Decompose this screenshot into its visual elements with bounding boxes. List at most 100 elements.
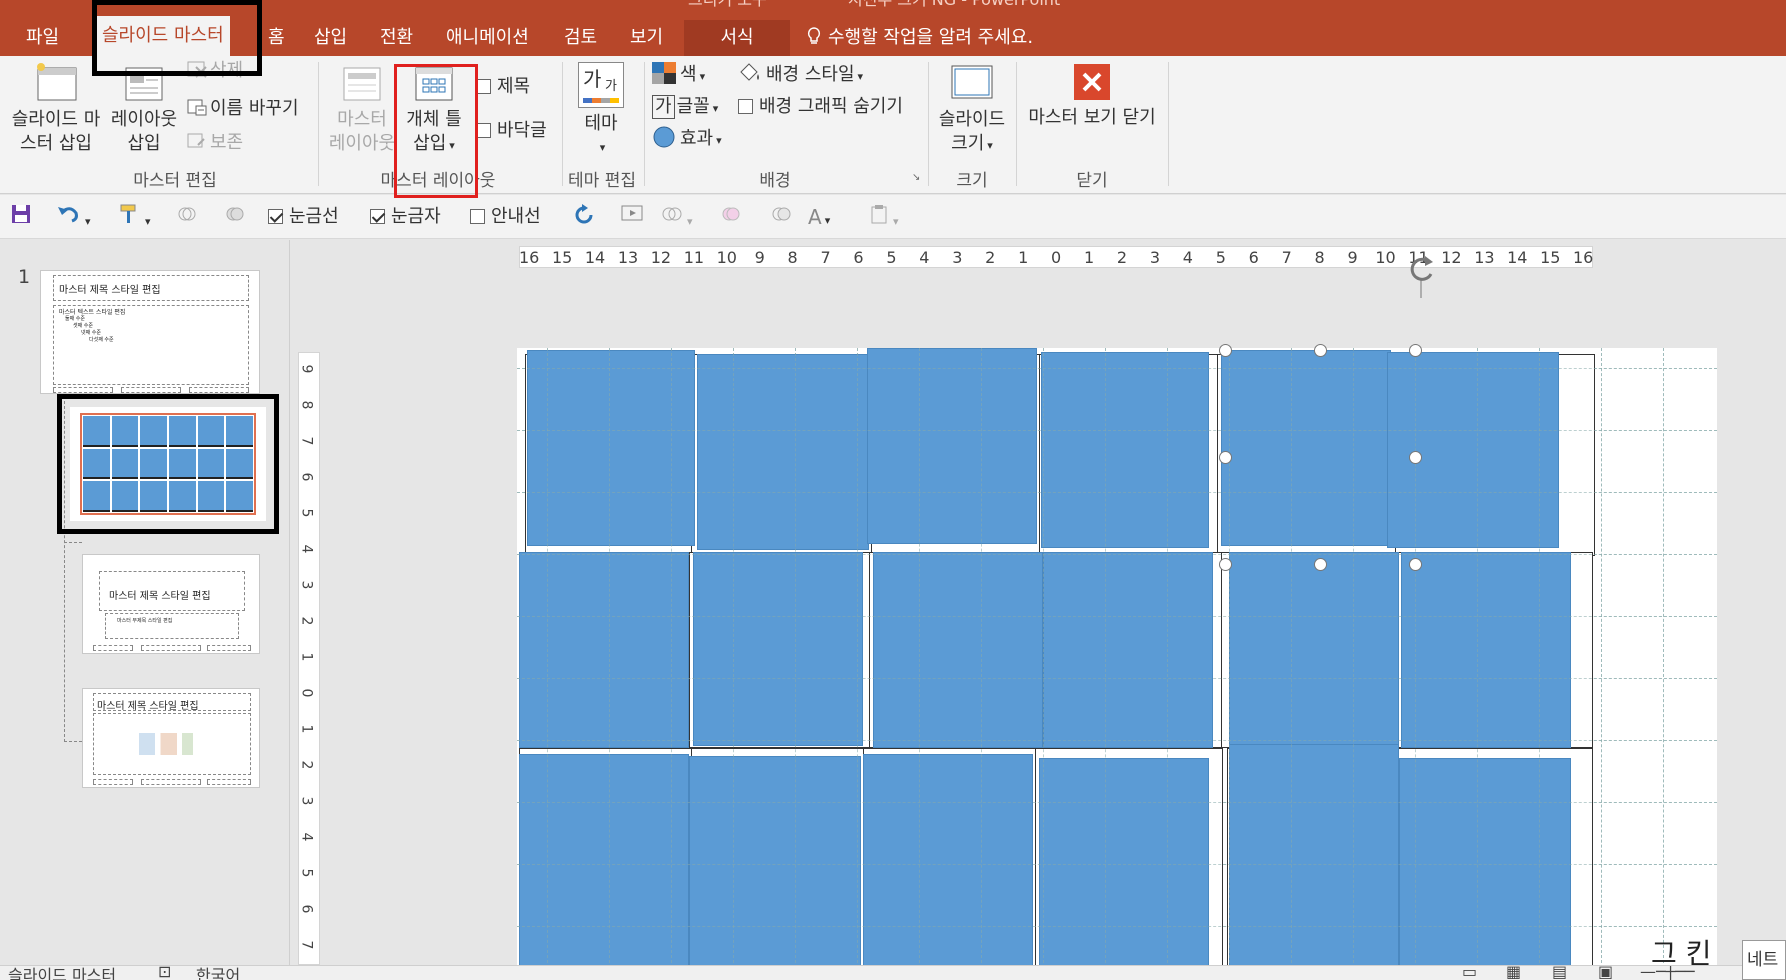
insert-slide-master-button[interactable]: 슬라이드 마 스터 삽입 [4,62,108,156]
resize-handle[interactable] [1314,558,1327,571]
shape-union-icon[interactable] [224,203,246,231]
blue-rectangle-shape[interactable] [1043,552,1213,748]
spellcheck-icon[interactable]: ⊡ [158,966,171,980]
blue-rectangle-shape[interactable] [527,350,695,546]
background-styles-button[interactable]: 배경 스타일 ▾ [738,62,863,88]
tab-home[interactable]: 홈 [262,20,291,56]
tab-transitions[interactable]: 전환 [374,20,419,56]
blue-rectangle-shape[interactable] [1229,744,1399,965]
slide-thumbnail-pane[interactable]: 1 마스터 제목 스타일 편집 마스터 텍스트 스타일 편집 둘째 수준 셋째 … [0,240,290,965]
paste-special-button[interactable]: ▾ [868,203,899,231]
blue-rectangle-shape[interactable] [867,348,1037,544]
guides-checkbox-box[interactable] [470,209,485,224]
guides-checkbox[interactable]: 안내선 [470,203,541,231]
gridlines-checkbox[interactable]: 눈금선 [268,203,339,231]
gridlines-checkbox-box[interactable] [268,209,283,224]
blue-rectangle-shape[interactable] [1399,758,1571,965]
title-checkbox[interactable]: 제목 [476,74,530,100]
blue-rectangle-shape[interactable] [689,756,861,965]
blue-rectangle-shape[interactable] [863,754,1033,965]
hide-background-graphics-box[interactable] [738,99,753,114]
tell-me-box[interactable]: 수행할 작업을 알려 주세요. [806,20,1033,56]
preserve-button[interactable]: 보존 [186,130,243,156]
tab-view[interactable]: 보기 [624,20,669,56]
shape-combine-icon[interactable] [720,203,742,231]
thumb-tile [83,416,110,447]
reading-view-icon[interactable]: ▤ [1552,966,1567,980]
chevron-down-icon: ▾ [987,139,993,152]
guides-label: 안내선 [491,206,541,227]
status-language[interactable]: 한국어 [196,966,240,980]
title-checkbox-box[interactable] [476,79,491,94]
resize-handle[interactable] [1409,451,1422,464]
tab-animations[interactable]: 애니메이션 [440,20,535,56]
fonts-button[interactable]: 가 글꼴 ▾ [652,94,718,120]
blue-rectangle-shape[interactable] [873,552,1043,748]
resize-handle[interactable] [1219,558,1232,571]
resize-handle[interactable] [1409,558,1422,571]
theme-button[interactable]: 가 가 테마 ▾ [568,62,634,160]
slideshow-view-icon[interactable]: ▣ [1598,966,1613,980]
tab-file[interactable]: 파일 [20,20,65,56]
thumbnail-layout-title[interactable]: 마스터 제목 스타일 편집 마스터 부제목 스타일 편집 [82,554,260,654]
tab-review[interactable]: 검토 [558,20,603,56]
shape-intersect-button[interactable]: ▾ [660,203,693,231]
vertical-ruler[interactable]: 9 8 7 6 5 4 3 2 1 0 1 2 3 4 5 6 7 [298,352,320,965]
colors-button[interactable]: 색 ▾ [652,62,705,88]
rename-button[interactable]: 이름 바꾸기 [186,96,299,122]
shape-merge-icon[interactable] [176,203,198,231]
normal-view-icon[interactable]: ▭ [1462,966,1477,980]
thumbnail-layout-content[interactable]: 마스터 제목 스타일 편집 [82,688,260,788]
ruler-tick-label: 6 [298,472,315,482]
tab-insert[interactable]: 삽입 [308,20,353,56]
blue-rectangle-shape[interactable] [1221,350,1391,546]
footer-checkbox-box[interactable] [476,123,491,138]
tab-format[interactable]: 서식 [684,20,790,56]
ruler-tick-label: 2 [985,248,996,267]
ruler-checkbox-box[interactable] [370,209,385,224]
slide-editor[interactable]: 16 15 14 13 12 11 10 9 8 7 6 5 4 3 2 1 0 1 2 3 4 5 6 7 8 9 10 11 12 1… [291,240,1786,965]
blue-rectangle-shape[interactable] [1039,758,1209,965]
blue-rectangle-shape[interactable] [519,754,689,965]
effects-button[interactable]: 효과 ▾ [652,126,722,152]
dialog-launcher-icon[interactable]: ↘ [912,172,920,183]
slide-size-button[interactable]: 슬라이드 크기 ▾ [934,62,1010,158]
master-layout-button[interactable]: 마스터 레이아웃 [322,62,402,156]
blue-rectangle-shape[interactable] [1041,352,1209,548]
hide-background-graphics-checkbox[interactable]: 배경 그래픽 숨기기 [738,94,903,120]
slide-sorter-icon[interactable]: ▦ [1506,966,1521,980]
format-painter-button[interactable]: ▾ [118,203,151,231]
resize-handle[interactable] [1314,344,1327,357]
footer-checkbox[interactable]: 바닥글 [476,118,547,144]
undo-button[interactable]: ▾ [56,203,91,231]
ruler-tick-label: 8 [1314,248,1325,267]
shape-subtract-icon[interactable] [770,203,792,231]
resize-handle[interactable] [1219,451,1232,464]
chevron-down-icon: ▾ [857,70,864,83]
fonts-icon: 가 [652,95,675,119]
blue-rectangle-shape[interactable] [1401,552,1571,748]
ruler-tick-label: 6 [853,248,864,267]
thumbnail-layout-grid[interactable] [70,407,266,521]
close-master-view-button[interactable]: 마스터 보기 닫기 [1020,62,1164,130]
blue-rectangle-shape[interactable] [1229,552,1399,748]
zoom-slider[interactable]: —─┼── [1640,966,1695,980]
insert-layout-button[interactable]: 레이아웃 삽입 [108,62,180,156]
rotate-handle-icon[interactable] [1399,250,1443,300]
slide-canvas[interactable]: 그 킨 [517,348,1717,965]
blue-rectangle-shape[interactable] [693,552,863,746]
ruler-tick-label: 12 [650,248,672,267]
resize-handle[interactable] [1409,344,1422,357]
text-effects-button[interactable]: A ▾ [808,203,830,231]
slideshow-button[interactable] [620,203,646,231]
blue-rectangle-shape[interactable] [697,354,869,550]
ruler-checkbox[interactable]: 눈금자 [370,203,441,231]
resize-handle[interactable] [1219,344,1232,357]
thumb-tile [83,481,110,512]
blue-rectangle-shape[interactable] [1387,352,1559,548]
refresh-button[interactable] [572,203,596,231]
save-button[interactable] [10,203,32,231]
thumbnail-slide-master[interactable]: 마스터 제목 스타일 편집 마스터 텍스트 스타일 편집 둘째 수준 셋째 수준… [40,270,260,394]
blue-rectangle-shape[interactable] [519,552,689,748]
ruler-tick-label: 5 [298,868,315,878]
